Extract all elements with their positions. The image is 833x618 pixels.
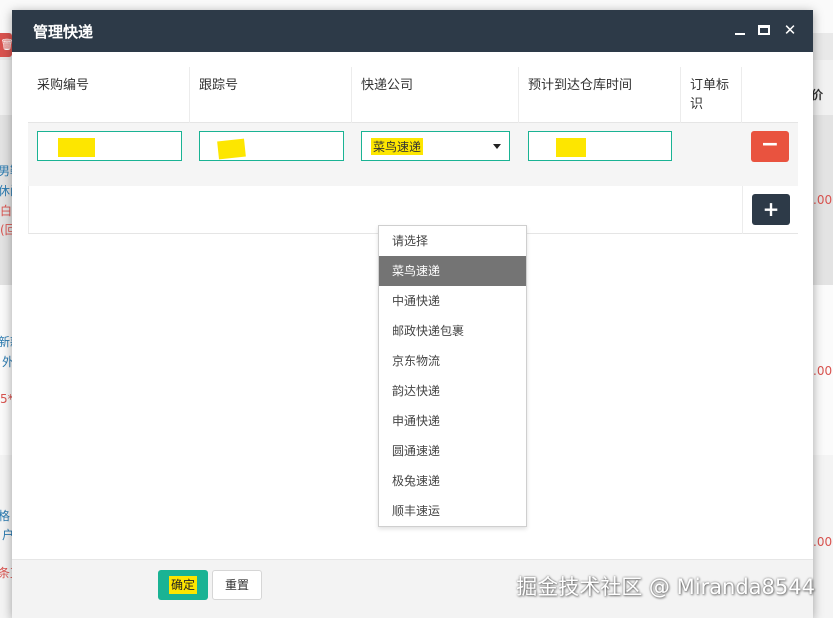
confirm-label: 确定 xyxy=(168,576,197,594)
dropdown-option[interactable]: 申通快递 xyxy=(379,406,526,436)
courier-select[interactable]: 菜鸟速递 xyxy=(361,131,510,161)
background-text: 白 xyxy=(0,204,13,218)
add-row-button[interactable]: + xyxy=(752,194,790,225)
purchase-no-input[interactable] xyxy=(37,131,182,161)
dropdown-option[interactable]: 京东物流 xyxy=(379,346,526,376)
header-order-tag: 订单标识 xyxy=(681,67,742,123)
minimize-icon[interactable] xyxy=(730,20,750,40)
confirm-button[interactable]: 确定 xyxy=(158,570,208,600)
header-eta: 预计到达仓库时间 xyxy=(519,67,681,123)
redaction-mark xyxy=(58,138,95,157)
dropdown-option-selected[interactable]: 菜鸟速递 xyxy=(379,256,526,286)
reset-button[interactable]: 重置 xyxy=(212,570,262,600)
courier-table: 采购编号 跟踪号 快递公司 预计到达仓库时间 订单标识 菜鸟速递 − + 请选择… xyxy=(28,67,798,527)
header-tracking-no: 跟踪号 xyxy=(190,67,352,123)
redaction-mark xyxy=(556,138,586,157)
dropdown-option[interactable]: 韵达快递 xyxy=(379,376,526,406)
close-icon[interactable]: ✕ xyxy=(780,20,800,40)
dropdown-option[interactable]: 顺丰速运 xyxy=(379,496,526,526)
column-divider xyxy=(742,186,743,234)
dropdown-option[interactable]: 请选择 xyxy=(379,226,526,256)
remove-row-button[interactable]: − xyxy=(751,131,789,162)
dropdown-option[interactable]: 极兔速递 xyxy=(379,466,526,496)
eta-input[interactable] xyxy=(528,131,672,161)
header-courier: 快递公司 xyxy=(352,67,519,123)
tracking-no-input[interactable] xyxy=(199,131,344,161)
header-actions xyxy=(742,67,798,123)
dropdown-option[interactable]: 中通快递 xyxy=(379,286,526,316)
modal-header: 管理快递 ✕ xyxy=(12,10,813,52)
header-purchase-no: 采购编号 xyxy=(28,67,190,123)
maximize-icon[interactable] xyxy=(754,20,774,40)
table-row: 菜鸟速递 − xyxy=(28,123,798,186)
manage-courier-modal: 管理快递 ✕ 采购编号 跟踪号 快递公司 预计到达仓库时间 订单标识 菜鸟速递 xyxy=(12,10,813,618)
watermark: 掘金技术社区 @ Miranda8544 xyxy=(516,575,815,599)
modal-title: 管理快递 xyxy=(33,23,94,41)
background-price: .00 xyxy=(813,535,833,549)
dropdown-option[interactable]: 邮政快递包裹 xyxy=(379,316,526,346)
background-text: 格 xyxy=(0,509,11,523)
table-header: 采购编号 跟踪号 快递公司 预计到达仓库时间 订单标识 xyxy=(28,67,798,123)
background-price: .00 xyxy=(813,193,833,207)
background-price: .00 xyxy=(813,364,833,378)
dropdown-option[interactable]: 圆通速递 xyxy=(379,436,526,466)
trash-icon[interactable]: 🗑 xyxy=(0,33,14,57)
courier-select-value: 菜鸟速递 xyxy=(371,138,424,155)
caret-down-icon xyxy=(493,144,501,149)
redaction-mark xyxy=(217,138,246,160)
courier-dropdown[interactable]: 请选择 菜鸟速递 中通快递 邮政快递包裹 京东物流 韵达快递 申通快递 圆通速递… xyxy=(378,225,527,527)
